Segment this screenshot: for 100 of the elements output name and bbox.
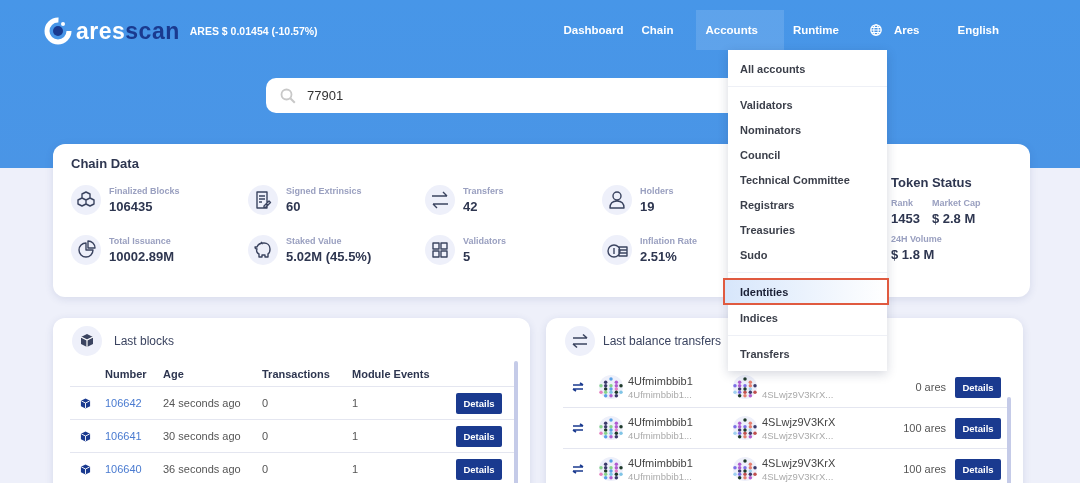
stat-label: Market Cap — [931, 198, 981, 208]
menu-item[interactable]: Indices — [728, 305, 887, 330]
avatar-icon — [599, 416, 623, 440]
table-cell-text: 24 seconds ago — [163, 397, 242, 409]
block-number-link[interactable]: 106641 — [105, 430, 163, 442]
stat-value: 10002.89M — [109, 249, 175, 264]
scrollbar[interactable] — [1007, 397, 1011, 483]
avatar-icon — [733, 375, 757, 399]
details-button[interactable]: Details — [456, 425, 502, 447]
transfer-icon — [572, 464, 584, 474]
staked-icon — [248, 235, 278, 265]
avatar-icon — [733, 416, 757, 440]
stat-value: 5.02M (45.5%) — [286, 249, 372, 264]
cube-icon — [80, 397, 91, 409]
stat-label: Total Issuance — [109, 236, 172, 246]
details-button[interactable]: Details — [456, 392, 502, 414]
search-icon — [280, 88, 296, 104]
extrinsics-icon — [248, 185, 278, 215]
column-header: Transactions — [262, 367, 331, 380]
column-header: Module Events — [352, 367, 431, 380]
column-header: Number — [105, 367, 148, 380]
stat-value: 42 — [463, 199, 479, 214]
avatar-icon — [599, 375, 623, 399]
stat-value: 19 — [640, 199, 656, 214]
menu-item[interactable]: Identities — [723, 278, 889, 305]
table-cell-text: 1 — [352, 430, 360, 442]
transfer-icon — [565, 326, 595, 356]
stat-value: $ 1.8 M — [891, 247, 936, 262]
transfers-icon — [425, 185, 455, 215]
logo-icon — [44, 17, 72, 45]
block-number-link[interactable]: 106642 — [105, 397, 163, 409]
table-cell-text: 1 — [352, 463, 360, 475]
transfer-icon — [572, 423, 584, 433]
panel-title: Last balance transfers — [603, 334, 722, 348]
stat-label: Rank — [891, 198, 914, 208]
account-name[interactable]: 4Ufmimbbib1 — [628, 415, 733, 428]
holders-icon — [602, 185, 632, 215]
account-name[interactable]: 4Ufmimbbib1 — [628, 456, 733, 469]
details-button[interactable]: Details — [955, 417, 1001, 439]
transfer-icon — [572, 382, 584, 392]
stat-value: 106435 — [109, 199, 154, 214]
cube-icon — [80, 463, 91, 475]
column-header: Age — [163, 367, 185, 380]
token-status-title: Token Status — [891, 175, 973, 190]
table-cell-text: 0 — [262, 463, 270, 475]
menu-item[interactable]: Transfers — [728, 341, 887, 366]
panel-title: Last blocks — [114, 334, 175, 348]
table-cell-text: 0 — [262, 430, 270, 442]
stat-label: Staked Value — [286, 236, 343, 246]
account-address: 4SLwjz9V3KrX... — [762, 389, 835, 400]
account-address: 4Ufmimbbib1... — [628, 470, 693, 482]
account-name[interactable]: 4SLwjz9V3KrX — [762, 456, 867, 469]
validators-icon — [425, 235, 455, 265]
stat-label: Signed Extrinsics — [286, 186, 362, 196]
account-address: 4Ufmimbbib1... — [628, 429, 693, 441]
menu-item[interactable]: Sudo — [728, 242, 887, 267]
stat-label: Validators — [463, 236, 507, 246]
stat-label: 24H Volume — [891, 234, 943, 244]
menu-item[interactable]: Nominators — [728, 117, 887, 142]
menu-item[interactable]: Registrars — [728, 192, 887, 217]
cube-icon — [72, 326, 102, 356]
issuance-icon — [71, 235, 101, 265]
table-cell-text: 0 — [262, 397, 270, 409]
card-title: Chain Data — [71, 156, 140, 171]
scrollbar[interactable] — [514, 361, 518, 483]
table-cell-text: 1 — [352, 397, 360, 409]
stat-value: $ 2.8 M — [931, 211, 977, 226]
cube-icon — [80, 430, 91, 442]
globe-icon — [869, 24, 882, 36]
details-button[interactable]: Details — [456, 458, 502, 480]
stat-value: 5 — [463, 249, 472, 264]
transfer-amount: 100 ares — [902, 422, 946, 434]
inflation-icon — [602, 235, 632, 265]
table-cell-text: 30 seconds ago — [163, 430, 242, 442]
menu-item[interactable]: Treasuries — [728, 217, 887, 242]
stat-value: 60 — [286, 199, 302, 214]
stat-value: 2.51% — [640, 249, 678, 264]
stat-label: Finalized Blocks — [109, 186, 180, 196]
stat-value: 1453 — [891, 211, 920, 226]
transfer-amount: 100 ares — [902, 463, 946, 475]
details-button[interactable]: Details — [955, 458, 1001, 480]
avatar-icon — [599, 457, 623, 481]
avatar-icon — [733, 457, 757, 481]
stat-label: Holders — [640, 186, 674, 196]
account-address: 4Ufmimbbib1... — [628, 388, 693, 400]
table-cell-text: 36 seconds ago — [163, 463, 242, 475]
account-name[interactable]: 4Ufmimbbib1 — [628, 374, 733, 387]
stat-label: Inflation Rate — [640, 236, 697, 246]
menu-item[interactable]: All accounts — [728, 56, 887, 81]
account-address: 4SLwjz9V3KrX... — [762, 429, 835, 441]
stat-label: Transfers — [463, 186, 504, 196]
transfer-amount: 0 ares — [914, 381, 946, 393]
block-number-link[interactable]: 106640 — [105, 463, 163, 475]
token-price: ARES $ 0.01454 (-10.57%) — [189, 25, 318, 37]
blocks-icon — [71, 185, 101, 215]
menu-item[interactable]: Council — [728, 142, 887, 167]
details-button[interactable]: Details — [955, 376, 1001, 398]
account-name[interactable]: 4SLwjz9V3KrX — [762, 415, 867, 428]
menu-item[interactable]: Technical Committee — [728, 167, 887, 192]
account-address: 4SLwjz9V3KrX... — [762, 470, 835, 482]
